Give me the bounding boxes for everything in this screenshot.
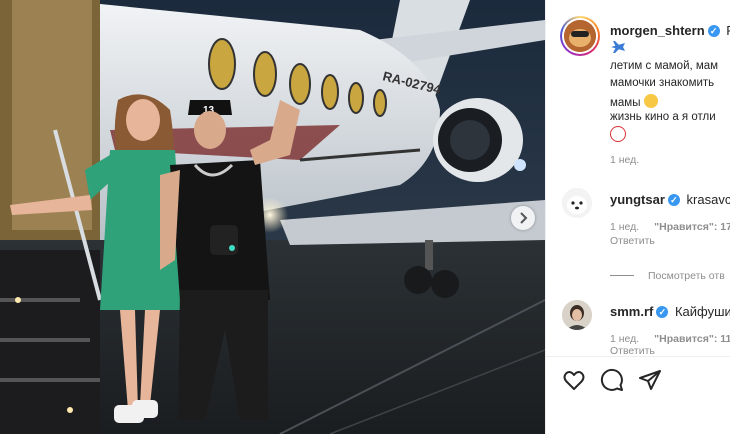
comment-text: krasavch xyxy=(686,192,730,207)
verified-badge-icon: ✓ xyxy=(667,194,680,206)
next-photo-button[interactable] xyxy=(511,206,535,230)
post-side-panel: morgen_shtern✓ PI летим с мамой, мам мам… xyxy=(545,0,730,434)
reply-button[interactable]: Ответить xyxy=(610,235,655,247)
comment-icon xyxy=(600,368,623,391)
verified-badge-icon: ✓ xyxy=(707,25,720,37)
comment-author-name[interactable]: smm.rf ✓ Кайфуши xyxy=(610,304,730,319)
view-replies-button[interactable]: Посмотреть отв xyxy=(610,270,725,282)
dog-avatar-image xyxy=(562,188,592,218)
comment-button[interactable] xyxy=(600,368,624,392)
post-time: 1 нед. xyxy=(610,154,640,166)
heart-icon xyxy=(563,371,585,390)
commenter-avatar[interactable] xyxy=(562,300,592,330)
commenter-avatar[interactable] xyxy=(562,188,592,218)
comment-time: 1 нед. xyxy=(610,221,640,233)
post-author-name[interactable]: morgen_shtern✓ PI xyxy=(610,23,730,38)
clown-emoji-icon xyxy=(610,126,626,142)
chevron-right-icon xyxy=(520,212,528,224)
like-button[interactable] xyxy=(562,368,586,392)
comment-likes[interactable]: "Нравится": 11 xyxy=(654,333,730,345)
caption-line-2: летим с мамой, мам xyxy=(610,60,719,72)
caption-first-line: PI xyxy=(726,23,730,38)
person-avatar-image xyxy=(562,300,592,330)
comment-text: Кайфуши xyxy=(674,304,730,319)
avatar-image xyxy=(564,20,596,52)
crying-face-emoji-icon xyxy=(643,94,658,108)
replies-divider xyxy=(610,275,634,276)
comment-meta: 1 нед. "Нравится": 11 xyxy=(610,333,730,345)
author-avatar[interactable] xyxy=(560,16,600,56)
actions-divider xyxy=(546,356,730,357)
post-photo[interactable]: RA-02794 13 xyxy=(0,0,545,434)
share-button[interactable] xyxy=(638,368,662,392)
paper-plane-icon xyxy=(639,370,661,390)
comment-meta: 1 нед. "Нравится": 17 xyxy=(610,221,730,233)
caption-line-4: мамы xyxy=(610,94,658,109)
comment-author-name[interactable]: yungtsar✓ krasavch xyxy=(610,192,730,207)
verified-badge-icon: ✓ xyxy=(656,306,669,318)
comment-time: 1 нед. xyxy=(610,333,640,345)
comment-likes[interactable]: "Нравится": 17 xyxy=(654,221,730,233)
airplane-emoji-icon xyxy=(611,41,625,53)
photo-illustration: RA-02794 13 xyxy=(0,0,545,434)
caption-line-5: жизнь кино а я отли xyxy=(610,111,716,123)
caption-line-3: мамочки знакомить xyxy=(610,77,715,89)
